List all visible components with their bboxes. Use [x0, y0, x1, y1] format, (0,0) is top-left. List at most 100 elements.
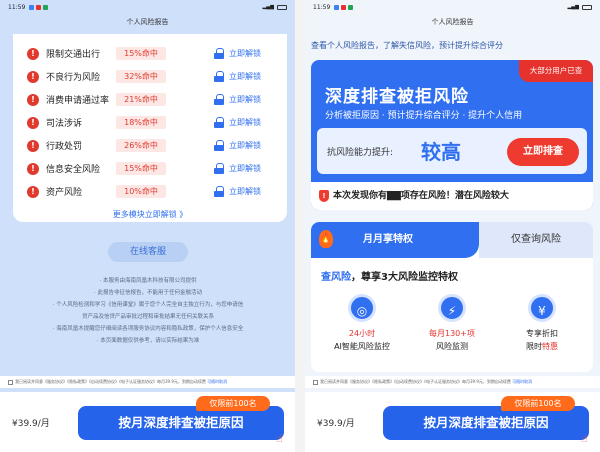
risk-row[interactable]: ! 消费申请通过率 21%命中 立即解锁 — [27, 88, 273, 111]
risk-alert: ! 本次发现你有▇▇项存在风险！潜在风险较大 — [311, 182, 593, 210]
disclaimer-line: · 本服务由海南凤凰木科技有限公司提供 — [99, 278, 197, 284]
warning-icon: ! — [27, 185, 39, 198]
purchase-bar: ¥39.9/月 按月深度排查被拒原因 仅限前100名 ☝ — [0, 392, 295, 452]
agreement-bar: 我已阅读并同意《服务协议》《隐私政策》《自动续费协议》《电子认证服务协议》每月3… — [305, 376, 600, 388]
price-label: ¥39.9/月 — [12, 419, 50, 429]
ability-label: 抗风险能力提升: — [327, 148, 394, 158]
risk-hit-rate: 32%命中 — [116, 70, 166, 83]
feature-title-accent: 查风险 — [321, 272, 351, 283]
disclaimer-line: · 此报告非征信报告，不能用于任何金融活动 — [94, 290, 202, 296]
pointer-hand-icon: ☝ — [276, 432, 283, 445]
risk-row[interactable]: ! 司法涉诉 18%命中 立即解锁 — [27, 111, 273, 134]
feature-label: AI智能风险监控 — [317, 341, 407, 352]
warning-icon: ! — [27, 47, 39, 60]
agreement-text[interactable]: 我已阅读并同意《服务协议》《隐私政策》《自动续费协议》《电子认证服务协议》每月3… — [320, 379, 511, 384]
check-now-button[interactable]: 立即排查 — [507, 138, 579, 166]
warning-icon: ! — [27, 139, 39, 152]
risk-hit-rate: 15%命中 — [116, 162, 166, 175]
lock-icon — [214, 71, 224, 82]
risk-hit-rate: 26%命中 — [116, 139, 166, 152]
feature-item: ¥ 专享折扣 限时特惠 — [497, 294, 587, 352]
risk-row[interactable]: ! 行政处罚 26%命中 立即解锁 — [27, 134, 273, 157]
risk-name: 行政处罚 — [46, 142, 83, 152]
subscribe-button[interactable]: 按月深度排查被拒原因 — [383, 406, 589, 440]
feature-highlight: 24小时 — [348, 329, 376, 338]
status-icons — [29, 4, 49, 10]
app-notification-icon — [43, 4, 49, 10]
app-notification-icon — [334, 4, 340, 10]
risk-row[interactable]: ! 信息安全风险 15%命中 立即解锁 — [27, 157, 273, 180]
unlock-link[interactable]: 立即解锁 — [229, 94, 273, 105]
feature-title: 查风险，尊享3大风险监控特权 — [321, 268, 458, 283]
feature-label-text: 风险监测 — [436, 342, 468, 351]
risk-name: 消费申请通过率 — [46, 96, 110, 106]
users-checked-tag: 大部分用户已查 — [519, 60, 593, 82]
feature-label: 限时特惠 — [497, 341, 587, 352]
unlock-link[interactable]: 立即解锁 — [229, 117, 273, 128]
risk-hit-rate: 21%命中 — [116, 93, 166, 106]
shield-icon: ! — [319, 190, 329, 202]
feature-label-accent: 特惠 — [542, 342, 558, 351]
status-icons — [334, 4, 354, 10]
limit-badge: 仅限前100名 — [196, 396, 270, 411]
risk-hit-rate: 10%命中 — [116, 185, 166, 198]
cancel-anytime-link[interactable]: 可随时取消 — [207, 379, 227, 384]
feature-label: 风险监测 — [407, 341, 497, 352]
lock-icon — [214, 163, 224, 174]
subscribe-button[interactable]: 按月深度排查被拒原因 — [78, 406, 284, 440]
lock-icon — [214, 186, 224, 197]
more-modules-link[interactable]: 更多模块立即解锁 》 — [27, 209, 273, 220]
battery-indicator: ▂▄▆ — [262, 4, 287, 10]
pointer-hand-icon: ☝ — [581, 432, 588, 445]
risk-row[interactable]: ! 资产风险 10%命中 立即解锁 — [27, 180, 273, 203]
disclaimer-line: · 本页面数据仅供参考，请以实际结果为准 — [96, 338, 200, 344]
unlock-link[interactable]: 立即解锁 — [229, 140, 273, 151]
monitor-icon: ◎ — [348, 294, 376, 322]
report-description: 查看个人风险报告，了解失信风险，预计提升综合评分 — [311, 41, 503, 50]
price-label: ¥39.9/月 — [317, 419, 355, 429]
warning-icon: ! — [27, 162, 39, 175]
cancel-anytime-link[interactable]: 可随时取消 — [512, 379, 532, 384]
limit-badge: 仅限前100名 — [501, 396, 575, 411]
tab-label: 月月享特权 — [363, 234, 413, 245]
app-notification-icon — [36, 4, 42, 10]
risk-row[interactable]: ! 限制交通出行 15%命中 立即解锁 — [27, 42, 273, 65]
lock-icon — [214, 117, 224, 128]
feature-highlight: 专享折扣 — [526, 329, 558, 338]
online-service-button[interactable]: 在线客服 — [108, 242, 188, 262]
disclaimer-line: 贷产品及信贷产品审批过程和审批结果无任何关联关系 — [81, 314, 214, 320]
risk-row[interactable]: ! 不良行为风险 32%命中 立即解锁 — [27, 65, 273, 88]
risk-list-card: ! 限制交通出行 15%命中 立即解锁 ! 不良行为风险 32%命中 立即解锁 … — [13, 34, 287, 222]
feature-item: ⚡ 每月130+项 风险监测 — [407, 294, 497, 352]
flame-icon: 🔥 — [319, 230, 333, 248]
agreement-text[interactable]: 我已阅读并同意《服务协议》《隐私政策》《自动续费协议》《电子认证服务协议》每月3… — [15, 379, 206, 384]
agreement-checkbox[interactable] — [8, 379, 13, 385]
hero-subtitle: 分析被拒原因 · 预计提升综合评分 · 提升个人信用 — [325, 111, 523, 121]
lightning-icon: ⚡ — [438, 294, 466, 322]
warning-icon: ! — [27, 116, 39, 129]
tab-monthly-privilege[interactable]: 🔥 月月享特权 — [311, 222, 479, 258]
ability-panel: 抗风险能力提升: 较高 立即排查 — [317, 128, 587, 174]
lock-icon — [214, 94, 224, 105]
warning-icon: ! — [27, 93, 39, 106]
tab-risk-only[interactable]: 仅查询风险 — [479, 222, 593, 258]
unlock-link[interactable]: 立即解锁 — [229, 163, 273, 174]
app-notification-icon — [341, 4, 347, 10]
status-time: 11:59 — [8, 3, 26, 11]
right-phone-screen: 11:59 ▂▄▆ 个人风险报告 查看个人风险报告，了解失信风险，预计提升综合评… — [305, 0, 600, 452]
app-notification-icon — [29, 4, 35, 10]
risk-hit-rate: 18%命中 — [116, 116, 166, 129]
battery-icon — [277, 4, 287, 10]
agreement-checkbox[interactable] — [313, 379, 318, 385]
risk-hit-rate: 15%命中 — [116, 47, 166, 60]
unlock-link[interactable]: 立即解锁 — [229, 48, 273, 59]
unlock-link[interactable]: 立即解锁 — [229, 186, 273, 197]
feature-label-text: 限时 — [526, 342, 542, 351]
feature-title-rest: ，尊享3大风险监控特权 — [351, 272, 458, 283]
risk-name: 司法涉诉 — [46, 119, 83, 129]
unlock-link[interactable]: 立即解锁 — [229, 71, 273, 82]
yen-icon: ¥ — [528, 294, 556, 322]
lock-icon — [214, 140, 224, 151]
status-bar: 11:59 ▂▄▆ — [0, 0, 295, 14]
disclaimer-text: · 本服务由海南凤凰木科技有限公司提供 · 此报告非征信报告，不能用于任何金融活… — [10, 275, 286, 347]
